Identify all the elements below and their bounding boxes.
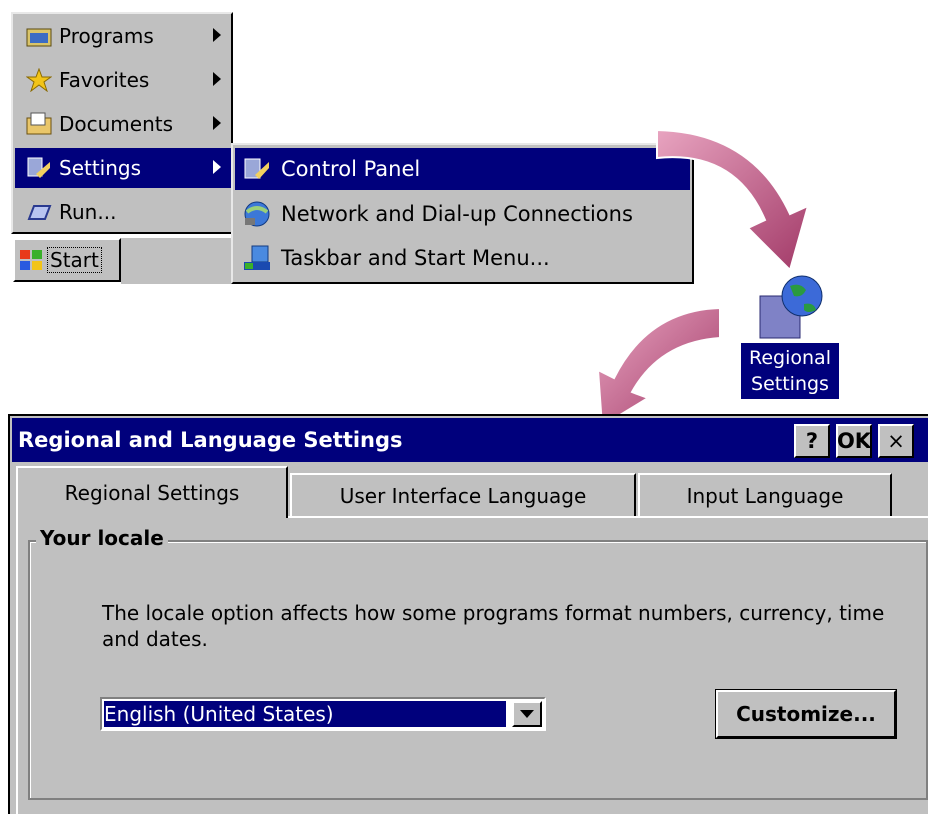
tab-panel: The locale option affects how some progr… bbox=[16, 516, 928, 818]
tab-input-language[interactable]: Input Language bbox=[638, 473, 892, 517]
dialog-title: Regional and Language Settings bbox=[18, 428, 403, 452]
label-line: Settings bbox=[751, 373, 829, 395]
group-label: Your locale bbox=[36, 526, 168, 550]
arrow-icon bbox=[596, 306, 721, 428]
regional-settings-label[interactable]: Regional Settings bbox=[740, 342, 840, 400]
customize-button[interactable]: Customize... bbox=[716, 690, 896, 738]
globe-icon bbox=[759, 275, 823, 339]
dropdown-button[interactable] bbox=[512, 701, 542, 727]
tab-label: Regional Settings bbox=[64, 481, 240, 505]
label-line: Regional bbox=[749, 347, 831, 369]
locale-groupbox: The locale option affects how some progr… bbox=[28, 540, 928, 800]
tab-regional-settings[interactable]: Regional Settings bbox=[16, 466, 288, 518]
regional-settings-icon[interactable] bbox=[756, 272, 826, 344]
close-button[interactable]: × bbox=[878, 424, 914, 458]
chevron-down-icon bbox=[520, 710, 534, 718]
dialog-titlebar: Regional and Language Settings ? OK × bbox=[12, 418, 928, 462]
locale-description: The locale option affects how some progr… bbox=[102, 601, 885, 651]
locale-dropdown[interactable]: English (United States) bbox=[100, 697, 546, 731]
tab-label: Input Language bbox=[686, 484, 844, 508]
ok-button[interactable]: OK bbox=[836, 424, 872, 458]
locale-selected-value: English (United States) bbox=[103, 700, 507, 728]
regional-settings-dialog: Regional and Language Settings ? OK × Re… bbox=[8, 414, 928, 818]
tab-label: User Interface Language bbox=[339, 484, 587, 508]
tab-user-interface-language[interactable]: User Interface Language bbox=[290, 473, 636, 517]
arrow-icon bbox=[656, 128, 810, 272]
help-button[interactable]: ? bbox=[794, 424, 830, 458]
